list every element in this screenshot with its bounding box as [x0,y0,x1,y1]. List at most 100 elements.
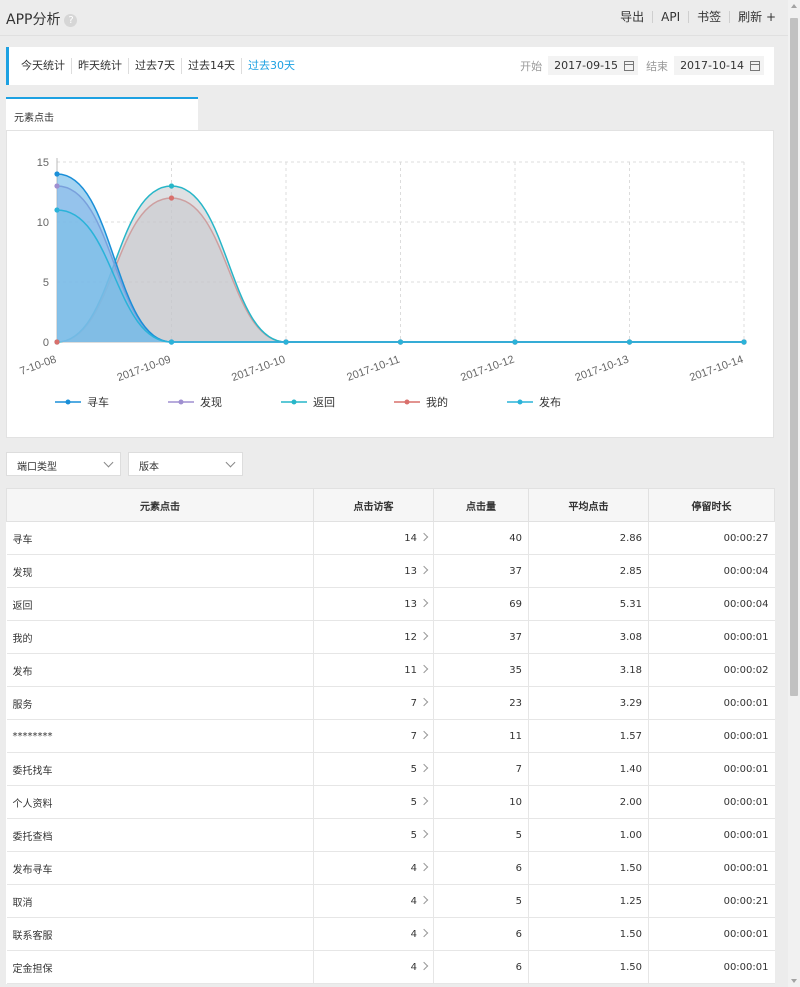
col-header-visitors[interactable]: 点击访客 [313,488,434,522]
version-label: 版本 [139,462,159,473]
help-icon[interactable]: ? [64,14,78,27]
data-point[interactable] [168,195,175,201]
data-point[interactable] [512,339,518,345]
table-row: 取消 4 5 1.25 00:00:21 [6,884,775,918]
chart-tab-element-clicks[interactable]: 元素点击 [6,97,198,132]
cell-visitors[interactable]: 14 [313,521,434,555]
cell-visitors[interactable]: 4 [313,884,434,918]
chevron-right-icon[interactable] [419,796,429,805]
chevron-right-icon[interactable] [419,829,429,838]
port-type-dropdown[interactable]: 端口类型 [6,452,121,476]
chart-tab-label: 元素点击 [14,113,54,124]
cell-element: 委托找车 [6,752,314,786]
legend-item-发现[interactable]: 发现 [200,395,222,409]
table-body: 寻车 14 40 2.86 00:00:27 发现 13 37 2.85 00:00:04 返回 13… [6,521,775,984]
cell-visitors[interactable]: 11 [313,653,434,687]
chevron-right-icon[interactable] [419,631,429,640]
visitor-count: 13 [404,565,417,577]
chevron-right-icon[interactable] [419,928,429,937]
period-14-days[interactable]: 过去14天 [181,58,241,74]
cell-visitors[interactable]: 5 [313,785,434,819]
col-header-avg-clicks[interactable]: 平均点击 [528,488,649,522]
cell-clicks: 35 [433,653,529,687]
cell-duration: 00:00:01 [648,620,775,654]
chevron-right-icon[interactable] [419,961,429,970]
chevron-right-icon[interactable] [419,730,429,739]
period-today[interactable]: 今天统计 [15,58,71,74]
table-row: 返回 13 69 5.31 00:00:04 [6,587,775,621]
scroll-down-icon[interactable] [791,979,797,983]
cell-duration: 00:00:01 [648,686,775,720]
data-point[interactable] [741,339,747,345]
cell-visitors[interactable]: 7 [313,719,434,753]
cell-visitors[interactable]: 4 [313,950,434,984]
chevron-right-icon[interactable] [419,895,429,904]
legend-marker [178,399,184,405]
cell-avg-clicks: 3.18 [528,653,649,687]
cell-visitors[interactable]: 13 [313,554,434,588]
cell-clicks: 11 [433,719,529,753]
data-point[interactable] [283,339,289,345]
data-point[interactable] [54,207,60,213]
refresh-button[interactable]: 刷新 + [729,11,784,23]
cell-clicks: 23 [433,686,529,720]
data-point[interactable] [168,339,175,345]
chevron-right-icon[interactable] [419,664,429,673]
table-row: 发布 11 35 3.18 00:00:02 [6,653,775,687]
y-tick-label: 5 [43,277,49,289]
cell-visitors[interactable]: 5 [313,818,434,852]
chevron-right-icon[interactable] [419,565,429,574]
table-row: 我的 12 37 3.08 00:00:01 [6,620,775,654]
chevron-right-icon[interactable] [419,598,429,607]
area-chart: 0 5 10 15 7-10-08 2017-10-09 2017-10-10 2017-10… [18,157,747,409]
col-header-clicks[interactable]: 点击量 [433,488,529,522]
version-dropdown[interactable]: 版本 [128,452,243,476]
chevron-right-icon[interactable] [419,763,429,772]
data-point[interactable] [54,183,60,189]
period-7-days[interactable]: 过去7天 [128,58,181,74]
chevron-right-icon[interactable] [419,697,429,706]
date-filter-bar: 今天统计 昨天统计 过去7天 过去14天 过去30天 开始 2017-09-15… [6,47,774,85]
page-scrollbar[interactable] [788,0,800,987]
visitor-count: 4 [410,895,417,907]
data-point[interactable] [626,339,633,345]
cell-duration: 00:00:01 [648,851,775,885]
period-yesterday[interactable]: 昨天统计 [71,58,128,74]
legend-item-寻车[interactable]: 寻车 [87,395,109,409]
col-header-duration[interactable]: 停留时长 [648,488,775,522]
data-point[interactable] [54,171,60,177]
cell-visitors[interactable]: 4 [313,917,434,951]
cell-avg-clicks: 3.08 [528,620,649,654]
legend-item-发布[interactable]: 发布 [539,395,561,409]
chevron-right-icon[interactable] [419,862,429,871]
period-30-days[interactable]: 过去30天 [241,58,301,74]
cell-visitors[interactable]: 5 [313,752,434,786]
cell-element: 发现 [6,554,314,588]
cell-visitors[interactable]: 7 [313,686,434,720]
table-row: 委托查档 5 5 1.00 00:00:01 [6,818,775,852]
export-button[interactable]: 导出 [612,11,652,23]
bookmark-button[interactable]: 书签 [688,11,729,23]
start-date-field[interactable]: 2017-09-15 [548,56,639,75]
legend-item-返回[interactable]: 返回 [313,396,335,409]
cell-visitors[interactable]: 13 [313,587,434,621]
col-header-element[interactable]: 元素点击 [6,488,314,522]
api-button[interactable]: API [652,11,688,23]
calendar-icon[interactable] [750,60,760,71]
data-point[interactable] [397,339,404,345]
table-row: 委托找车 5 7 1.40 00:00:01 [6,752,775,786]
cell-avg-clicks: 1.25 [528,884,649,918]
end-date-field[interactable]: 2017-10-14 [674,56,764,75]
scrollbar-thumb[interactable] [790,18,798,696]
legend-item-我的[interactable]: 我的 [426,395,448,409]
cell-visitors[interactable]: 4 [313,851,434,885]
chevron-right-icon[interactable] [419,532,429,541]
calendar-icon[interactable] [624,60,635,71]
top-actions: 导出 API 书签 刷新 + [612,11,784,23]
scroll-up-icon[interactable] [791,4,797,8]
data-point[interactable] [54,339,60,345]
data-point[interactable] [168,183,175,189]
cell-visitors[interactable]: 12 [313,620,434,654]
x-tick-label: 2017-10-14 [688,354,745,385]
end-label: 结束 [646,59,669,73]
